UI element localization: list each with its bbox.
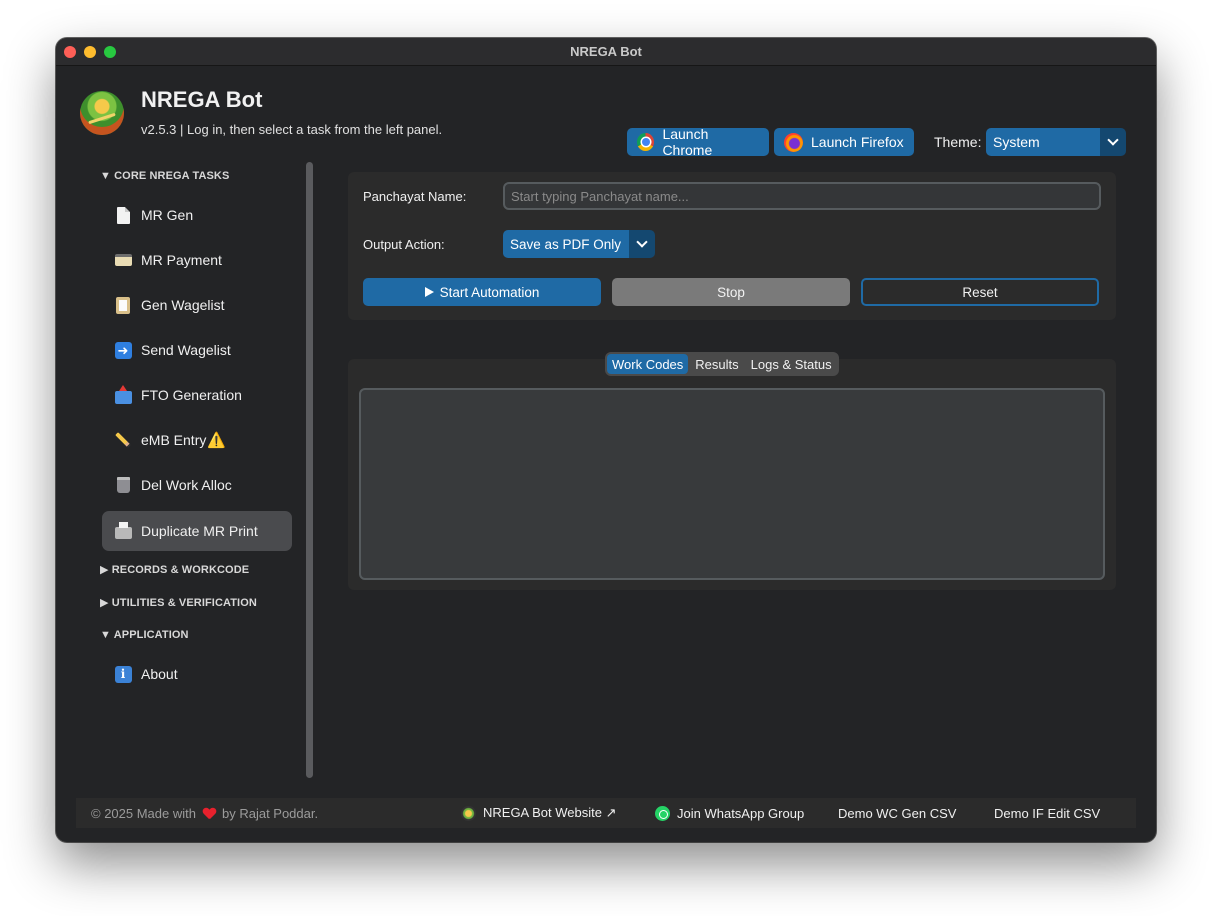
pencil-icon xyxy=(114,431,132,449)
sidebar-scrollbar[interactable] xyxy=(306,162,313,778)
chevron-down-icon xyxy=(636,236,648,248)
nrega-bot-website-link[interactable]: NREGA Bot Website ↗ xyxy=(461,805,616,821)
document-icon xyxy=(114,206,132,224)
minimize-window-button[interactable] xyxy=(84,46,96,58)
sidebar-item-label: MR Payment xyxy=(141,252,222,268)
join-whatsapp-link[interactable]: Join WhatsApp Group xyxy=(655,805,805,821)
sidebar-item-send-wagelist[interactable]: ➜ Send Wagelist xyxy=(102,330,292,370)
sidebar-item-label: About xyxy=(141,666,178,682)
start-automation-button[interactable]: Start Automation xyxy=(363,278,601,306)
app-header: NREGA Bot v2.5.3 | Log in, then select a… xyxy=(56,66,1156,158)
sidebar-item-label: MR Gen xyxy=(141,207,194,223)
whatsapp-link-label: Join WhatsApp Group xyxy=(677,805,805,821)
copyright-suffix: by Rajat Poddar. xyxy=(221,805,319,821)
arrow-right-icon: ➜ xyxy=(114,341,132,359)
sidebar-item-about[interactable]: i About xyxy=(102,654,292,694)
tab-results[interactable]: Results xyxy=(690,354,743,374)
printer-icon xyxy=(114,522,132,540)
section-records-workcode[interactable]: ▶ RECORDS & WORKCODE xyxy=(100,563,249,576)
app-subtitle: v2.5.3 | Log in, then select a task from… xyxy=(141,122,443,137)
launch-chrome-label: Launch Chrome xyxy=(662,126,713,158)
firefox-icon xyxy=(784,132,803,152)
launch-chrome-button[interactable]: Launch Chrome xyxy=(627,126,769,158)
demo-wc-gen-csv-link[interactable]: Demo WC Gen CSV xyxy=(838,806,956,821)
sidebar-item-label: Gen Wagelist xyxy=(141,297,225,313)
tab-bar: Work Codes Results Logs & Status xyxy=(605,352,839,376)
nrega-bot-logo-icon xyxy=(80,91,124,135)
sidebar-item-label: Send Wagelist xyxy=(141,342,231,358)
sidebar-item-label: Duplicate MR Print xyxy=(141,523,258,539)
copyright-prefix: © 2025 Made with xyxy=(91,805,196,821)
sidebar-item-emb-entry[interactable]: eMB Entry ⚠️ xyxy=(102,420,292,460)
reset-button[interactable]: Reset xyxy=(861,278,1099,306)
clipboard-icon xyxy=(114,296,132,314)
app-window: NREGA Bot NREGA Bot v2.5.3 | Log in, the… xyxy=(56,38,1156,842)
panchayat-name-input[interactable] xyxy=(503,182,1101,210)
theme-select[interactable]: System xyxy=(986,128,1126,156)
task-form-card: Panchayat Name: Output Action: Save as P… xyxy=(348,172,1116,320)
work-codes-textarea[interactable] xyxy=(359,388,1105,580)
info-icon: i xyxy=(114,665,132,683)
nrega-bot-logo-icon xyxy=(461,805,476,821)
reset-label: Reset xyxy=(962,284,998,300)
stop-label: Stop xyxy=(717,284,745,300)
output-action-value: Save as PDF Only xyxy=(503,230,629,258)
sidebar-item-label: Del Work Alloc xyxy=(141,477,232,493)
tabview-card: Work Codes Results Logs & Status xyxy=(348,352,1116,590)
chrome-icon xyxy=(637,133,655,151)
copyright-text: © 2025 Made with by Rajat Poddar. xyxy=(91,806,318,821)
demo-if-edit-csv-link[interactable]: Demo IF Edit CSV xyxy=(994,806,1100,821)
theme-dropdown-button[interactable] xyxy=(1100,128,1126,156)
theme-select-value: System xyxy=(986,128,1100,156)
section-core-nrega-tasks[interactable]: ▼ CORE NREGA TASKS xyxy=(100,170,229,182)
output-action-dropdown-button[interactable] xyxy=(629,230,655,258)
sidebar-item-fto-generation[interactable]: FTO Generation xyxy=(102,375,292,415)
sidebar-item-label: eMB Entry xyxy=(141,432,207,448)
sidebar-item-duplicate-mr-print[interactable]: Duplicate MR Print xyxy=(102,511,292,551)
website-link-label: NREGA Bot Website ↗ xyxy=(483,805,617,820)
heart-icon xyxy=(203,808,215,819)
whatsapp-icon xyxy=(655,805,670,821)
launch-firefox-button[interactable]: Launch Firefox xyxy=(774,128,914,156)
title-bar: NREGA Bot xyxy=(56,38,1156,66)
trash-icon xyxy=(114,476,132,494)
output-action-select[interactable]: Save as PDF Only xyxy=(503,230,655,258)
sidebar-item-mr-gen[interactable]: MR Gen xyxy=(102,195,292,235)
start-automation-label: Start Automation xyxy=(439,284,540,300)
section-utilities-verification[interactable]: ▶ UTILITIES & VERIFICATION xyxy=(100,596,257,609)
tab-work-codes[interactable]: Work Codes xyxy=(607,354,689,374)
stop-button[interactable]: Stop xyxy=(612,278,850,306)
maximize-window-button[interactable] xyxy=(104,46,116,58)
close-window-button[interactable] xyxy=(64,46,76,58)
launch-firefox-label: Launch Firefox xyxy=(811,134,904,150)
theme-label: Theme: xyxy=(934,134,982,150)
sidebar-item-mr-payment[interactable]: MR Payment xyxy=(102,240,292,280)
chevron-down-icon xyxy=(1107,134,1119,146)
sidebar-item-gen-wagelist[interactable]: Gen Wagelist xyxy=(102,285,292,325)
sidebar: ▼ CORE NREGA TASKS MR Gen MR Payment Gen… xyxy=(76,162,296,782)
play-icon xyxy=(424,287,434,297)
sidebar-item-del-work-alloc[interactable]: Del Work Alloc xyxy=(102,465,292,505)
sidebar-item-label: FTO Generation xyxy=(141,387,242,403)
footer-bar: © 2025 Made with by Rajat Poddar. NREGA … xyxy=(76,798,1136,828)
tab-logs-status[interactable]: Logs & Status xyxy=(746,354,837,374)
window-title: NREGA Bot xyxy=(570,44,642,59)
app-title: NREGA Bot xyxy=(141,87,263,112)
credit-card-icon xyxy=(114,251,132,269)
outbox-tray-icon xyxy=(114,384,132,404)
output-action-label: Output Action: xyxy=(363,237,445,252)
warning-icon: ⚠️ xyxy=(207,432,227,449)
section-application[interactable]: ▼ APPLICATION xyxy=(100,629,189,641)
panchayat-name-label: Panchayat Name: xyxy=(363,189,467,204)
